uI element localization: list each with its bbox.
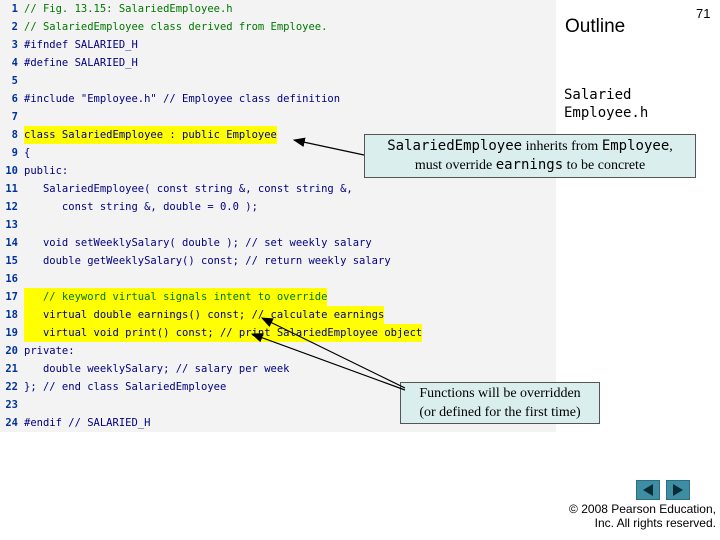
line-number: 4: [11, 57, 18, 69]
code-text: void setWeeklySalary( double ); // set w…: [24, 237, 372, 249]
line-number: 9: [11, 147, 18, 159]
code-text: SalariedEmployee( const string &, const …: [24, 183, 353, 195]
code-text: const string &, double = 0.0 );: [24, 201, 258, 213]
callout-line1: SalariedEmployee inherits from Employee,: [365, 137, 695, 156]
code-text-highlighted: virtual void print() const; // print Sal…: [24, 324, 423, 342]
outline-label: Outline: [565, 16, 626, 37]
code-text-highlighted: class SalariedEmployee : public Employee: [24, 126, 277, 144]
code-line-5: 5: [0, 72, 556, 90]
line-number: 13: [5, 219, 18, 231]
code-text: #endif // SALARIED_H: [24, 417, 151, 429]
code-line-12: 12 const string &, double = 0.0 );: [0, 198, 556, 216]
callout-text: inherits from: [522, 139, 602, 154]
file-name-line2: Employee.h: [564, 105, 649, 121]
line-number: 14: [5, 237, 18, 249]
line-number: 18: [5, 309, 18, 321]
line-number: 20: [5, 345, 18, 357]
callout-text: must override: [414, 158, 496, 173]
line-number: 10: [5, 165, 18, 177]
code-line-17: 17 // keyword virtual signals intent to …: [0, 288, 556, 306]
code-line-1: 1 // Fig. 13.15: SalariedEmployee.h: [0, 0, 556, 18]
code-line-20: 20 private:: [0, 342, 556, 360]
code-text: public:: [24, 165, 69, 177]
file-name-line1: Salaried: [564, 87, 632, 103]
callout-line2: must override earnings to be concrete: [365, 156, 695, 175]
line-number: 23: [5, 399, 18, 411]
base-class-name: Employee: [601, 138, 670, 154]
code-line-18: 18 virtual double earnings() const; // c…: [0, 306, 556, 324]
code-line-11: 11 SalariedEmployee( const string &, con…: [0, 180, 556, 198]
code-text: #ifndef SALARIED_H: [24, 39, 138, 51]
code-text-highlighted: virtual double earnings() const; // calc…: [24, 306, 385, 324]
code-text: #define SALARIED_H: [24, 57, 138, 69]
line-number: 11: [5, 183, 18, 195]
line-number: 5: [11, 75, 18, 87]
code-text: }; // end class SalariedEmployee: [24, 381, 227, 393]
copyright-line1: © 2008 Pearson Education,: [569, 502, 716, 516]
copyright-notice: © 2008 Pearson Education, Inc. All right…: [560, 502, 716, 530]
code-listing: 1 // Fig. 13.15: SalariedEmployee.h 2 // S…: [0, 0, 556, 432]
line-number: 24: [5, 417, 18, 429]
code-text: private:: [24, 345, 75, 357]
code-text: // Fig. 13.15: SalariedEmployee.h: [24, 3, 233, 15]
code-line-13: 13: [0, 216, 556, 234]
line-number: 6: [11, 93, 18, 105]
page-number: 71: [696, 6, 711, 21]
line-number: 12: [5, 201, 18, 213]
code-text: double weeklySalary; // salary per week: [24, 363, 290, 375]
line-number: 22: [5, 381, 18, 393]
code-line-15: 15 double getWeeklySalary() const; // re…: [0, 252, 556, 270]
copyright-line2: Inc. All rights reserved.: [594, 516, 716, 530]
callout-text: ,: [669, 139, 673, 154]
code-text-highlighted: // keyword virtual signals intent to ove…: [24, 288, 328, 306]
line-number: 17: [5, 291, 18, 303]
code-text: double getWeeklySalary() const; // retur…: [24, 255, 391, 267]
callout-line1: Functions will be overridden: [419, 386, 581, 401]
file-name-label: Salaried Employee.h: [564, 86, 648, 122]
function-name: earnings: [495, 157, 564, 173]
line-number: 7: [11, 111, 18, 123]
line-number: 21: [5, 363, 18, 375]
triangle-right-icon: [673, 484, 683, 496]
code-line-2: 2 // SalariedEmployee class derived from …: [0, 18, 556, 36]
code-line-14: 14 void setWeeklySalary( double ); // se…: [0, 234, 556, 252]
next-slide-button[interactable]: [666, 480, 690, 500]
triangle-left-icon: [643, 484, 653, 496]
class-name: SalariedEmployee: [387, 138, 523, 154]
line-number: 2: [11, 21, 18, 33]
code-text: #include "Employee.h" // Employee class …: [24, 93, 341, 105]
line-number: 3: [11, 39, 18, 51]
code-line-21: 21 double weeklySalary; // salary per we…: [0, 360, 556, 378]
code-text: {: [24, 147, 31, 159]
code-line-4: 4 #define SALARIED_H: [0, 54, 556, 72]
code-line-7: 7: [0, 108, 556, 126]
line-number: 1: [11, 3, 18, 15]
inheritance-callout: SalariedEmployee inherits from Employee,…: [364, 134, 696, 178]
callout-text: to be concrete: [563, 158, 646, 173]
override-callout: Functions will be overridden (or defined…: [400, 382, 600, 424]
code-line-16: 16: [0, 270, 556, 288]
line-number: 8: [11, 129, 18, 141]
previous-slide-button[interactable]: [636, 480, 660, 500]
line-number: 19: [5, 327, 18, 339]
code-line-19: 19 virtual void print() const; // print …: [0, 324, 556, 342]
line-number: 15: [5, 255, 18, 267]
callout-line2: (or defined for the first time): [419, 405, 581, 420]
code-line-3: 3 #ifndef SALARIED_H: [0, 36, 556, 54]
code-line-6: 6 #include "Employee.h" // Employee class…: [0, 90, 556, 108]
line-number: 16: [5, 273, 18, 285]
code-text: // SalariedEmployee class derived from E…: [24, 21, 328, 33]
